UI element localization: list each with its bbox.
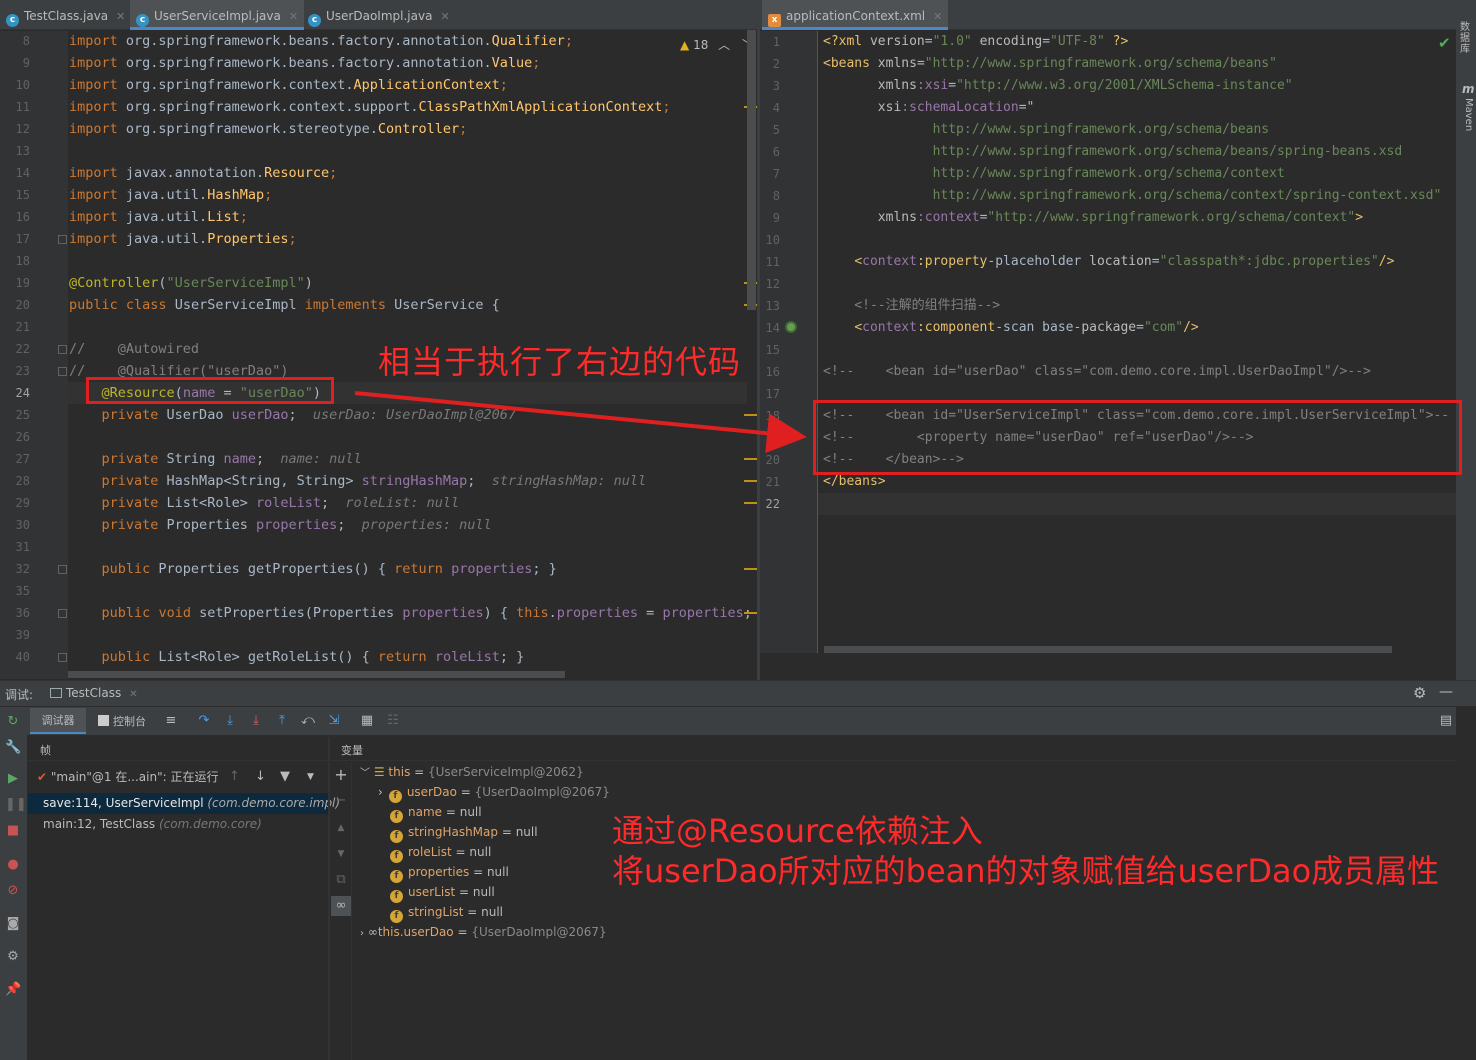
frames-header: 帧 [40, 744, 51, 757]
rerun-icon[interactable]: ↻ [5, 714, 21, 730]
debug-title: 调试: [5, 688, 34, 702]
watch-icon: ∞ [367, 925, 378, 939]
copy-icon[interactable]: ⧉ [333, 872, 349, 888]
stop-icon[interactable]: ■ [5, 823, 21, 839]
trace-stream-icon[interactable]: ☷ [385, 713, 401, 729]
camera-icon[interactable]: ◙ [5, 916, 21, 932]
var-watch-userdao[interactable]: › ∞this.userDao = {UserDaoImpl@2067} [360, 922, 607, 942]
debug-top-toolbar [27, 707, 1456, 735]
wrench-icon[interactable]: 🔧 [5, 740, 21, 756]
chevron-right-icon[interactable]: › [378, 785, 383, 799]
chevron-right-icon[interactable]: › [360, 928, 364, 939]
show-execution-point-icon[interactable]: ≡ [163, 713, 179, 729]
drop-frame-icon[interactable]: ⤺ [300, 713, 316, 729]
console-icon [98, 715, 109, 726]
object-icon: ☰ [373, 765, 385, 779]
vars-header-bar [330, 737, 1456, 761]
run-to-cursor-icon[interactable]: ⇲ [326, 713, 342, 729]
var-field-userdao[interactable]: › f userDao = {UserDaoImpl@2067} [378, 782, 610, 803]
vars-header: 变量 [341, 744, 363, 757]
step-over-icon[interactable]: ↷ [196, 713, 212, 729]
step-out-icon[interactable]: ⤒ [274, 713, 290, 729]
remove-watch-icon[interactable]: − [333, 793, 349, 809]
var-field-name[interactable]: f name = null [378, 802, 482, 823]
close-icon[interactable]: ✕ [129, 689, 137, 700]
var-field-stringlist[interactable]: f stringList = null [378, 902, 503, 923]
tab-debugger[interactable]: 调试器 [30, 708, 86, 734]
chevron-down-icon[interactable]: ﹀ [360, 768, 370, 779]
force-step-into-icon[interactable]: ⤓ [248, 713, 264, 729]
evaluate-expression-icon[interactable]: ▦ [359, 713, 375, 729]
debug-title-bar [0, 681, 1476, 706]
show-watches-icon[interactable]: ∞ [331, 896, 351, 916]
thread-up-icon[interactable]: ↑ [229, 769, 240, 784]
var-field-properties[interactable]: f properties = null [378, 862, 509, 883]
gear-icon[interactable]: ⚙ [1413, 684, 1426, 702]
var-this[interactable]: ﹀ ☰ this = {UserServiceImpl@2062} [360, 762, 584, 782]
layout-icon[interactable]: ▤ [1438, 713, 1454, 729]
debug-session-tab[interactable]: TestClass ✕ [50, 686, 138, 700]
annotation-bottom-line2: 将userDao所对应的bean的对象赋值给userDao成员属性 [612, 852, 1440, 890]
thread-dropdown-icon[interactable]: ▼ [307, 772, 314, 782]
frame-item-main[interactable]: main:12, TestClass (com.demo.core) [28, 814, 328, 835]
pin-icon[interactable]: 📌 [5, 982, 21, 998]
var-field-userlist[interactable]: f userList = null [378, 882, 495, 903]
minimize-icon[interactable]: — [1439, 684, 1453, 700]
step-into-icon[interactable]: ⤓ [222, 713, 238, 729]
run-config-icon [50, 688, 62, 698]
view-breakpoints-icon[interactable]: ● [5, 857, 21, 873]
annotation-top: 相当于执行了右边的代码 [378, 343, 742, 381]
thread-down-icon[interactable]: ↓ [255, 769, 266, 784]
add-watch-icon[interactable]: + [333, 767, 349, 783]
var-field-rolelist[interactable]: f roleList = null [378, 842, 491, 863]
check-icon: ✔ [37, 770, 48, 784]
filter-icon[interactable]: ▼ [280, 769, 290, 784]
move-up-icon[interactable]: ▲ [333, 820, 349, 836]
var-field-stringhashmap[interactable]: f stringHashMap = null [378, 822, 538, 843]
frames-header-bar [28, 737, 328, 761]
mute-breakpoints-icon[interactable]: ⊘ [5, 883, 21, 899]
tab-console[interactable]: 控制台 [98, 713, 146, 729]
resume-icon[interactable]: ▶ [5, 771, 21, 787]
settings-icon[interactable]: ⚙ [5, 949, 21, 965]
frame-item-save[interactable]: save:114, UserServiceImpl (com.demo.core… [28, 793, 340, 814]
pause-icon[interactable]: ❚❚ [5, 797, 27, 813]
move-down-icon[interactable]: ▼ [333, 846, 349, 862]
